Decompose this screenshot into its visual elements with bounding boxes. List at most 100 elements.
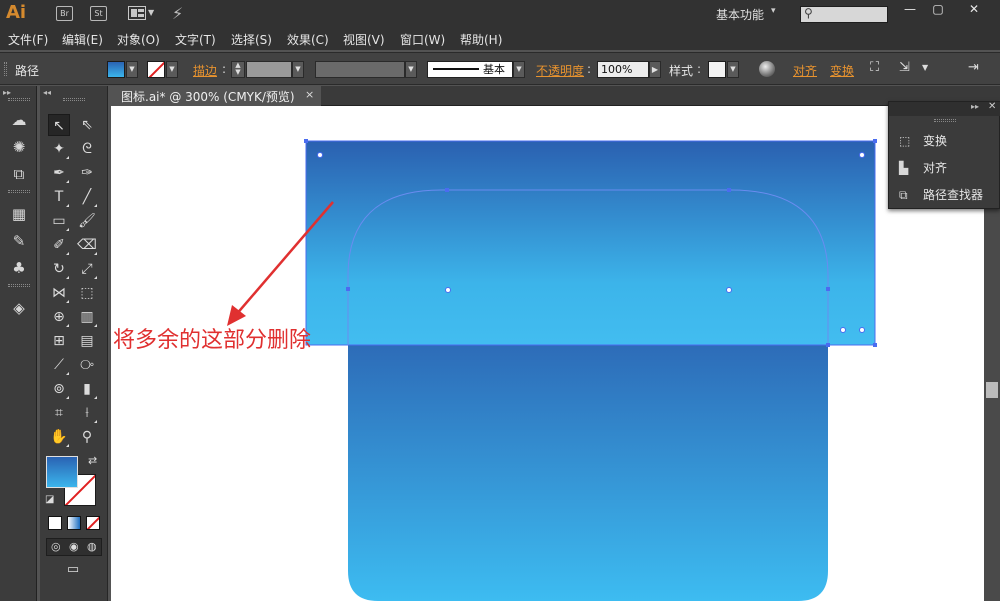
arrange-documents-icon[interactable] [128, 6, 146, 20]
variable-width-profile[interactable] [315, 61, 405, 78]
eyedropper-tool-icon[interactable]: ⟋ [48, 354, 70, 376]
panel-item-align[interactable]: ▙ 对齐 [899, 159, 947, 176]
chevron-down-icon[interactable]: ▼ [148, 8, 154, 17]
stroke-weight-input[interactable] [246, 61, 292, 78]
swatches-icon[interactable]: ▦ [9, 204, 29, 224]
menu-effect[interactable]: 效果(C) [287, 31, 329, 48]
artboard-canvas[interactable]: 将多余的这部分删除 [111, 106, 984, 601]
color-guide-icon[interactable]: ✺ [9, 137, 29, 157]
none-mode-button[interactable] [86, 516, 100, 530]
fill-swatch[interactable] [107, 61, 125, 78]
menu-help[interactable]: 帮助(H) [460, 31, 502, 48]
swap-fill-stroke-icon[interactable]: ⇄ [88, 454, 97, 467]
expand-dock-icon[interactable]: ▸▸ [3, 88, 11, 97]
maximize-button[interactable]: ▢ [924, 0, 952, 20]
opacity-input[interactable]: 100% [597, 61, 649, 78]
layers-icon[interactable]: ◈ [9, 298, 29, 318]
panel-item-pathfinder[interactable]: ⧉ 路径查找器 [899, 186, 983, 203]
scrollbar-thumb[interactable] [986, 382, 998, 398]
draw-behind-icon[interactable]: ◉ [69, 540, 79, 553]
default-fill-stroke-icon[interactable]: ◪ [45, 494, 54, 505]
document-setup-icon[interactable]: ⇲ [899, 60, 910, 75]
collapse-panel-icon[interactable]: ▸▸ [971, 102, 979, 111]
mesh-tool-icon[interactable]: ⊞ [48, 330, 70, 352]
fill-color-box[interactable] [46, 456, 78, 488]
stroke-dropdown[interactable]: ▼ [166, 61, 178, 78]
free-transform-tool-icon[interactable]: ⬚ [76, 282, 98, 304]
stroke-weight-dropdown[interactable]: ▼ [292, 61, 304, 78]
menu-type[interactable]: 文字(T) [175, 31, 216, 48]
draw-normal-icon[interactable]: ◎ [51, 540, 61, 553]
brushes-icon[interactable]: ✎ [9, 231, 29, 251]
column-graph-tool-icon[interactable]: ▮ [76, 378, 98, 400]
workspace-switcher[interactable]: 基本功能 [716, 6, 764, 23]
bridge-button[interactable]: Br [56, 6, 73, 21]
selection-tool-icon[interactable]: ↖ [48, 114, 70, 136]
brush-definition[interactable]: 基本 [427, 61, 513, 78]
opacity-panel-link[interactable]: 不透明度 [536, 62, 584, 79]
screen-mode-icon[interactable]: ▭ [62, 562, 84, 578]
close-document-icon[interactable]: × [305, 88, 314, 101]
menu-object[interactable]: 对象(O) [117, 31, 160, 48]
rectangle-tool-icon[interactable]: ▭ [48, 210, 70, 232]
paintbrush-tool-icon[interactable]: 🖌 [76, 210, 98, 232]
graphic-style-swatch[interactable] [708, 61, 726, 78]
color-mode-button[interactable] [48, 516, 62, 530]
stroke-weight-stepper[interactable]: ▲ ▼ [231, 61, 245, 78]
slice-tool-icon[interactable]: ⟊ [76, 402, 98, 424]
collapse-toolbox-icon[interactable]: ◂◂ [43, 88, 51, 97]
graphic-style-dropdown[interactable]: ▼ [727, 61, 739, 78]
menu-view[interactable]: 视图(V) [343, 31, 385, 48]
minimize-button[interactable]: — [896, 0, 924, 20]
search-input[interactable]: ⚲ [800, 6, 888, 23]
lasso-tool-icon[interactable]: ᘓ [76, 138, 98, 160]
transform-panel-link[interactable]: 变换 [830, 62, 854, 79]
panel-item-transform[interactable]: ⬚ 变换 [899, 132, 947, 149]
gradient-mode-button[interactable] [67, 516, 81, 530]
stock-button[interactable]: St [90, 6, 107, 21]
symbol-sprayer-tool-icon[interactable]: ⊚ [48, 378, 70, 400]
close-panel-icon[interactable]: ✕ [988, 101, 996, 112]
line-tool-icon[interactable]: ╱ [76, 186, 98, 208]
stroke-panel-link[interactable]: 描边 [193, 62, 217, 79]
type-tool-icon[interactable]: T [48, 186, 70, 208]
chevron-down-icon[interactable]: ▼ [922, 63, 928, 72]
pen-tool-icon[interactable]: ✒ [48, 162, 70, 184]
opacity-slider-button[interactable]: ▶ [649, 61, 661, 78]
menu-file[interactable]: 文件(F) [8, 31, 48, 48]
gradient-tool-icon[interactable]: ▤ [76, 330, 98, 352]
workspace-caret-icon[interactable]: ▾ [771, 6, 776, 16]
draw-inside-icon[interactable]: ◍ [87, 540, 97, 553]
eraser-tool-icon[interactable]: ⌫ [76, 234, 98, 256]
fill-dropdown[interactable]: ▼ [126, 61, 138, 78]
variable-width-dropdown[interactable]: ▼ [405, 61, 417, 78]
shape-builder-tool-icon[interactable]: ⊕ [48, 306, 70, 328]
blend-tool-icon[interactable]: ⧂ [76, 354, 98, 376]
shaper-tool-icon[interactable]: ✐ [48, 234, 70, 256]
libraries-icon[interactable]: ☁ [9, 110, 29, 130]
align-panel-link[interactable]: 对齐 [793, 62, 817, 79]
gpu-performance-icon[interactable]: ⚡ [172, 4, 183, 23]
scale-tool-icon[interactable]: ⤢ [76, 258, 98, 280]
magic-wand-tool-icon[interactable]: ✦ [48, 138, 70, 160]
artboards-icon[interactable]: ⧉ [9, 164, 29, 184]
menu-window[interactable]: 窗口(W) [400, 31, 445, 48]
menu-edit[interactable]: 编辑(E) [62, 31, 103, 48]
width-tool-icon[interactable]: ⋈ [48, 282, 70, 304]
document-tab[interactable]: 图标.ai* @ 300% (CMYK/预览) [111, 86, 321, 106]
recolor-artwork-icon[interactable] [759, 61, 775, 77]
panel-menu-icon[interactable]: ⇥ [968, 60, 979, 75]
menu-select[interactable]: 选择(S) [231, 31, 272, 48]
floating-panel-header[interactable]: ▸▸ ✕ [889, 101, 1000, 116]
rotate-tool-icon[interactable]: ↻ [48, 258, 70, 280]
curvature-tool-icon[interactable]: ✑ [76, 162, 98, 184]
hand-tool-icon[interactable]: ✋ [48, 426, 70, 448]
stroke-swatch[interactable] [147, 61, 165, 78]
isolate-object-icon[interactable]: ⛶ [870, 60, 879, 75]
control-bar-grip[interactable] [4, 62, 7, 76]
brush-dropdown[interactable]: ▼ [513, 61, 525, 78]
close-button[interactable]: ✕ [956, 0, 992, 20]
perspective-grid-tool-icon[interactable]: ▥ [76, 306, 98, 328]
symbols-icon[interactable]: ♣ [9, 258, 29, 278]
zoom-tool-icon[interactable]: ⚲ [76, 426, 98, 448]
